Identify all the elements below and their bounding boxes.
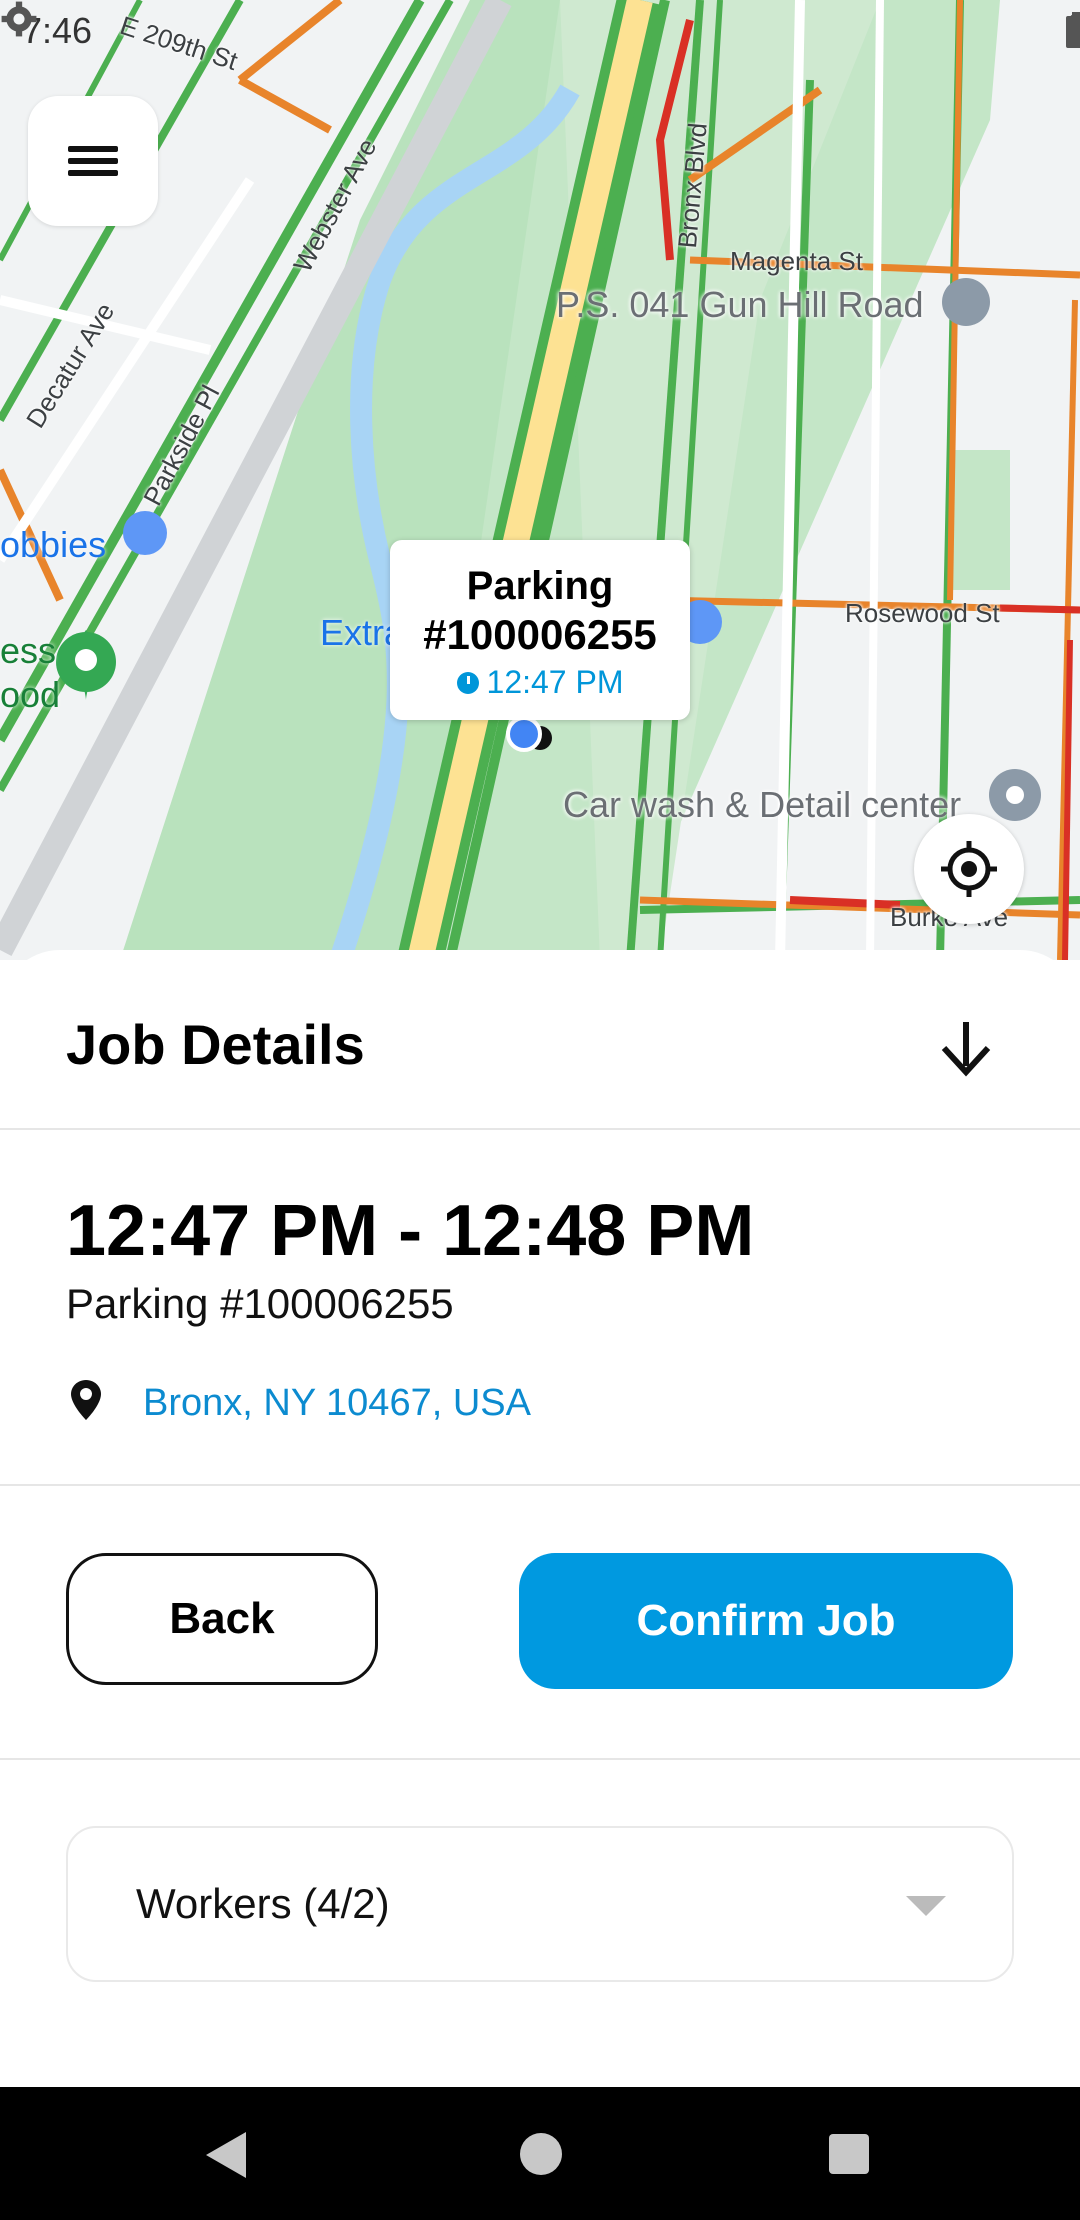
map-label-ood: ood <box>0 674 61 715</box>
address-link[interactable]: Bronx, NY 10467, USA <box>143 1382 531 1425</box>
workers-label: Workers (4/2) <box>136 1880 390 1927</box>
hamburger-icon <box>68 140 118 182</box>
clock-icon <box>456 671 479 694</box>
popup-job-number: #100006255 <box>423 611 657 658</box>
map-street-magenta: Magenta St <box>730 246 863 276</box>
map-label-hobbies: obbies <box>0 524 107 565</box>
divider <box>0 1128 1080 1130</box>
workers-dropdown[interactable]: Workers (4/2) <box>66 1826 1014 1982</box>
crosshair-icon <box>941 841 997 897</box>
location-pin-icon <box>71 1380 101 1420</box>
nav-back-icon[interactable] <box>206 2132 246 2178</box>
map-street-rosewood: Rosewood St <box>845 598 1000 628</box>
map-view[interactable]: P.S. 041 Gun Hill Road Car wash & Detail… <box>0 0 1080 960</box>
map-label-school: P.S. 041 Gun Hill Road <box>556 284 924 325</box>
nav-home-icon[interactable] <box>520 2133 562 2175</box>
menu-button[interactable] <box>28 96 158 226</box>
job-time-range: 12:47 PM - 12:48 PM <box>66 1191 755 1271</box>
confirm-job-button[interactable]: Confirm Job <box>519 1553 1013 1689</box>
battery-icon <box>1066 12 1080 48</box>
collapse-arrow-down-icon[interactable] <box>936 1018 996 1078</box>
job-marker-popup[interactable]: Parking #100006255 12:47 PM <box>390 540 690 720</box>
my-location-button[interactable] <box>914 814 1024 924</box>
caret-down-icon <box>906 1896 946 1916</box>
system-nav-bar <box>0 2087 1080 2220</box>
map-label-carwash: Car wash & Detail center <box>563 784 962 825</box>
popup-title: Parking <box>466 564 614 608</box>
popup-time-text: 12:47 PM <box>486 664 624 700</box>
back-button[interactable]: Back <box>66 1553 378 1685</box>
job-details-sheet: Job Details 12:47 PM - 12:48 PM Parking … <box>0 950 1080 2087</box>
popup-time: 12:47 PM <box>390 664 690 701</box>
map-label-ess: ess <box>0 630 57 671</box>
sheet-title: Job Details <box>66 1013 365 1076</box>
nav-recents-icon[interactable] <box>829 2134 869 2174</box>
settings-gear-icon <box>1 1 37 37</box>
divider <box>0 1484 1080 1486</box>
divider <box>0 1758 1080 1760</box>
job-name: Parking #100006255 <box>66 1280 454 1327</box>
